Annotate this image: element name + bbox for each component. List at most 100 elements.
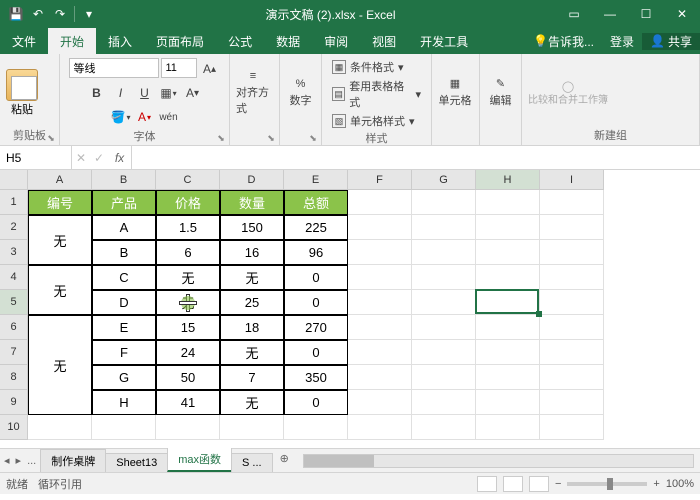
cell[interactable]	[476, 340, 540, 365]
cell[interactable]: G	[92, 365, 156, 390]
cell[interactable]	[412, 215, 476, 240]
editing-button[interactable]: ✎编辑	[486, 66, 515, 120]
cell[interactable]: 无	[156, 290, 220, 315]
cell[interactable]	[476, 215, 540, 240]
cell[interactable]: F	[92, 340, 156, 365]
cell[interactable]: 225	[284, 215, 348, 240]
spreadsheet-grid[interactable]: ABCDEFGHI 12345678910 编号产品价格数量总额无无无A1.51…	[0, 170, 700, 448]
row-header-9[interactable]: 9	[0, 390, 28, 415]
cell[interactable]	[476, 265, 540, 290]
sheet-tab[interactable]: max函数	[167, 447, 232, 472]
fx-button[interactable]: fx	[108, 146, 132, 169]
cell[interactable]	[28, 415, 92, 440]
cell[interactable]	[348, 340, 412, 365]
fill-handle[interactable]	[536, 311, 542, 317]
cell[interactable]: 1.5	[156, 215, 220, 240]
tab-data[interactable]: 数据	[264, 28, 312, 54]
cell[interactable]: 0	[284, 290, 348, 315]
sheet-nav[interactable]: ◂ ▸ ...	[0, 449, 40, 472]
save-icon[interactable]: 💾	[6, 4, 26, 24]
number-button[interactable]: %数字	[286, 66, 315, 120]
sheet-tab[interactable]: 制作桌牌	[40, 449, 106, 472]
cell[interactable]	[348, 390, 412, 415]
view-normal-icon[interactable]	[477, 476, 497, 492]
cell[interactable]: 6	[156, 240, 220, 265]
tell-me[interactable]: 💡 告诉我...	[525, 33, 602, 50]
cell[interactable]	[476, 240, 540, 265]
cell[interactable]	[540, 365, 604, 390]
cell[interactable]: E	[92, 315, 156, 340]
cells-button[interactable]: ▦单元格	[438, 66, 472, 120]
cell[interactable]: 无	[220, 265, 284, 290]
row-header-7[interactable]: 7	[0, 340, 28, 365]
cell[interactable]	[348, 365, 412, 390]
row-header-4[interactable]: 4	[0, 265, 28, 290]
row-header-6[interactable]: 6	[0, 315, 28, 340]
enter-formula-icon[interactable]: ✓	[90, 151, 108, 165]
cell-style-button[interactable]: ▧单元格样式 ▾	[328, 112, 425, 130]
zoom-out-icon[interactable]: −	[555, 478, 561, 490]
cell[interactable]	[412, 265, 476, 290]
tab-page-layout[interactable]: 页面布局	[144, 28, 216, 54]
cancel-formula-icon[interactable]: ✕	[72, 151, 90, 165]
cell[interactable]	[412, 240, 476, 265]
cell[interactable]	[156, 415, 220, 440]
zoom-slider[interactable]	[567, 482, 647, 486]
table-format-button[interactable]: ▤套用表格格式 ▾	[328, 77, 425, 111]
tab-developer[interactable]: 开发工具	[408, 28, 480, 54]
formula-bar[interactable]	[132, 146, 700, 169]
cell[interactable]: 编号	[28, 190, 92, 215]
redo-icon[interactable]: ↷	[50, 4, 70, 24]
phonetic-button[interactable]: wén	[158, 106, 180, 128]
alignment-button[interactable]: ≡对齐方式	[236, 66, 270, 120]
cell[interactable]: 150	[220, 215, 284, 240]
cell[interactable]	[348, 190, 412, 215]
row-header-3[interactable]: 3	[0, 240, 28, 265]
cell[interactable]: 无	[156, 265, 220, 290]
view-pagebreak-icon[interactable]	[529, 476, 549, 492]
zoom-in-icon[interactable]: +	[653, 478, 659, 490]
shrink-font-icon[interactable]: A▾	[182, 82, 204, 104]
cell[interactable]	[412, 365, 476, 390]
col-header-C[interactable]: C	[156, 170, 220, 190]
tab-review[interactable]: 审阅	[312, 28, 360, 54]
cell[interactable]	[348, 215, 412, 240]
tab-file[interactable]: 文件	[0, 28, 48, 54]
cell[interactable]	[540, 415, 604, 440]
conditional-format-button[interactable]: ▦条件格式 ▾	[328, 58, 425, 76]
font-launcher-icon[interactable]: ⬊	[215, 132, 227, 144]
cell[interactable]: 产品	[92, 190, 156, 215]
compare-merge-button[interactable]: ◯比较和合并工作簿	[528, 66, 608, 120]
cell[interactable]: 无	[28, 315, 92, 415]
cell[interactable]	[540, 190, 604, 215]
cell[interactable]: 总额	[284, 190, 348, 215]
cell[interactable]	[284, 415, 348, 440]
cell[interactable]	[412, 415, 476, 440]
tab-view[interactable]: 视图	[360, 28, 408, 54]
cell[interactable]: 0	[284, 390, 348, 415]
cell[interactable]: 0	[284, 340, 348, 365]
cell[interactable]	[348, 265, 412, 290]
col-header-I[interactable]: I	[540, 170, 604, 190]
cell[interactable]	[540, 215, 604, 240]
col-header-G[interactable]: G	[412, 170, 476, 190]
minimize-icon[interactable]: —	[592, 0, 628, 28]
row-header-10[interactable]: 10	[0, 415, 28, 440]
border-button[interactable]: ▦▾	[158, 82, 180, 104]
cell[interactable]: A	[92, 215, 156, 240]
cell[interactable]	[476, 365, 540, 390]
share-button[interactable]: 👤共享	[642, 33, 700, 50]
cell[interactable]	[348, 415, 412, 440]
horizontal-scrollbar[interactable]	[297, 449, 700, 472]
cell[interactable]: 270	[284, 315, 348, 340]
cell[interactable]	[476, 415, 540, 440]
cell[interactable]	[348, 290, 412, 315]
alignment-launcher-icon[interactable]: ⬊	[265, 132, 277, 144]
cell[interactable]: 7	[220, 365, 284, 390]
row-header-2[interactable]: 2	[0, 215, 28, 240]
cell[interactable]: H	[92, 390, 156, 415]
cell[interactable]	[92, 415, 156, 440]
col-header-E[interactable]: E	[284, 170, 348, 190]
bold-button[interactable]: B	[86, 82, 108, 104]
font-size-select[interactable]	[161, 58, 197, 78]
